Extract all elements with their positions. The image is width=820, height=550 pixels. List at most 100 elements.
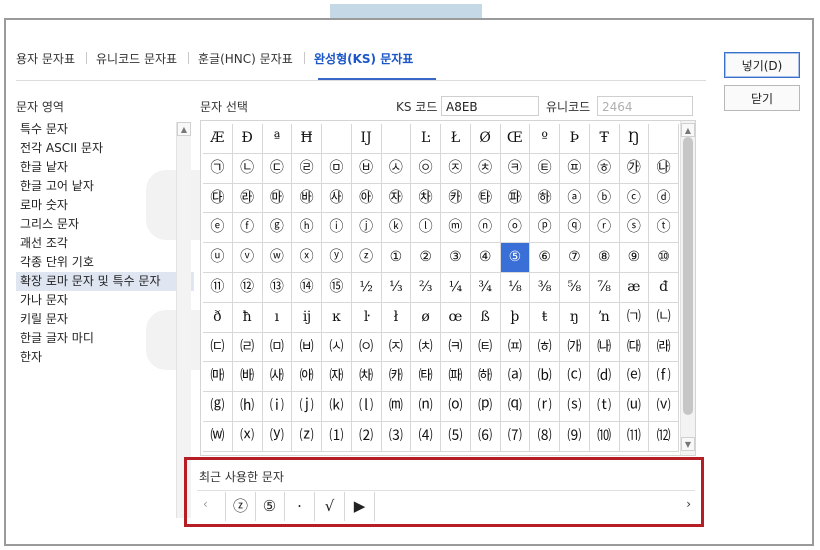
character-cell[interactable]: ⑩ [649,243,679,273]
character-cell[interactable]: đ [649,272,679,303]
character-cell[interactable]: ㈇ [351,332,382,363]
character-cell[interactable]: ⒵ [292,421,322,452]
chevron-right-icon[interactable]: › [686,497,691,511]
character-cell[interactable]: œ [441,302,471,333]
character-cell[interactable]: ㉣ [292,153,322,184]
recent-character[interactable]: ⓩ [225,492,256,521]
category-item[interactable]: 특수 문자 [16,120,194,139]
character-cell[interactable]: ⒯ [589,392,620,422]
character-cell[interactable]: ㈓ [232,362,263,393]
character-cell[interactable]: ㉱ [232,183,263,214]
character-cell[interactable]: ⒧ [351,392,382,422]
character-cell[interactable]: ㈍ [530,332,560,363]
character-cell[interactable]: ⒞ [560,362,590,393]
character-cell[interactable]: ⒱ [649,392,679,422]
character-cell[interactable]: Ł [441,124,471,154]
character-cell[interactable]: ⑧ [589,243,620,273]
character-cell[interactable]: ⑺ [500,421,531,452]
character-cell[interactable]: ⑨ [619,243,650,273]
character-cell[interactable]: ㉴ [322,183,352,214]
character-cell[interactable]: ŧ [530,302,560,333]
character-cell[interactable]: ⑿ [649,421,679,452]
character-cell[interactable]: ⒟ [589,362,620,393]
character-cell[interactable]: ⑹ [470,421,501,452]
character-cell[interactable]: ⓡ [589,213,620,244]
character-cell[interactable]: ⓗ [292,213,322,244]
character-cell[interactable]: ㉰ [203,183,233,214]
character-cell[interactable]: ª [262,124,293,154]
character-cell[interactable]: ㈙ [411,362,441,393]
character-cell[interactable]: ⒬ [500,392,531,422]
character-cell[interactable]: ㉵ [351,183,382,214]
character-cell[interactable]: ㉫ [530,153,560,184]
category-item[interactable]: 가나 문자 [16,291,194,310]
character-cell[interactable]: ⓝ [470,213,501,244]
character-cell[interactable]: ⒭ [530,392,560,422]
character-cell[interactable]: ㈂ [203,332,233,363]
character-cell[interactable]: ⑪ [203,272,233,303]
character-cell[interactable]: ㉻ [530,183,560,214]
character-cell[interactable]: ⓐ [560,183,590,214]
character-cell[interactable]: ⅞ [589,272,620,303]
character-cell[interactable]: ㈔ [262,362,293,393]
character-cell[interactable]: ② [411,243,441,273]
category-item[interactable]: 키릴 문자 [16,310,194,329]
character-cell[interactable]: ㈚ [441,362,471,393]
character-cell[interactable]: ㉠ [203,153,233,184]
character-cell[interactable]: ĸ [322,302,352,333]
category-item[interactable]: 그리스 문자 [16,215,194,234]
character-cell[interactable]: ⑸ [441,421,471,452]
character-cell[interactable]: ㉲ [262,183,293,214]
character-cell[interactable]: ŉ [589,302,620,333]
character-cell[interactable]: ⒩ [411,392,441,422]
character-cell[interactable]: ㈈ [381,332,412,363]
character-cell[interactable]: ㈅ [292,332,322,363]
insert-button[interactable]: 넣기(D) [724,52,800,78]
character-cell[interactable]: ㉨ [441,153,471,184]
character-cell[interactable]: ⓧ [292,243,322,273]
character-cell[interactable]: ㈑ [649,332,679,363]
character-cell[interactable]: ⑥ [530,243,560,273]
character-cell[interactable]: ⒢ [203,392,233,422]
character-cell[interactable]: ¼ [441,272,471,303]
character-cell[interactable]: ⓙ [351,213,382,244]
character-cell[interactable]: ① [381,243,412,273]
character-cell[interactable]: ㈐ [619,332,650,363]
character-cell[interactable]: ı [262,302,293,333]
tab-user-chars[interactable]: 용자 문자표 [16,50,75,67]
category-item[interactable]: 각종 단위 기호 [16,253,194,272]
character-cell[interactable]: ⑫ [232,272,263,303]
character-cell[interactable]: ⑵ [351,421,382,452]
character-cell[interactable]: ⒴ [262,421,293,452]
character-cell[interactable]: þ [500,302,531,333]
character-cell[interactable]: ⒮ [560,392,590,422]
character-cell[interactable]: Đ [232,124,263,154]
character-cell[interactable]: ㉮ [619,153,650,184]
character-cell[interactable]: ㉡ [232,153,263,184]
character-cell[interactable] [322,124,352,154]
category-item[interactable]: 한글 글자 마디 [16,329,194,348]
scroll-thumb[interactable] [683,137,693,415]
category-item[interactable]: 전각 ASCII 문자 [16,139,194,158]
character-cell[interactable]: ㈄ [262,332,293,363]
character-cell[interactable]: ⓢ [619,213,650,244]
character-cell[interactable]: ⓕ [232,213,263,244]
character-cell[interactable]: ③ [441,243,471,273]
category-item[interactable]: 한자 [16,348,194,367]
character-cell[interactable]: ㈘ [381,362,412,393]
character-cell[interactable]: Œ [500,124,531,154]
tab-ks[interactable]: 완성형(KS) 문자표 [314,50,413,67]
character-cell[interactable]: ㉦ [381,153,412,184]
character-cell[interactable]: ㉪ [500,153,531,184]
character-cell[interactable]: ㉳ [292,183,322,214]
character-cell[interactable]: ㉤ [322,153,352,184]
character-cell[interactable]: ⒡ [649,362,679,393]
character-cell[interactable]: ⒰ [619,392,650,422]
character-cell[interactable]: ⓠ [560,213,590,244]
character-cell[interactable]: ⑭ [292,272,322,303]
character-cell[interactable]: ø [411,302,441,333]
character-cell[interactable]: ⑦ [560,243,590,273]
character-cell[interactable]: ㉸ [441,183,471,214]
character-cell[interactable]: ㉯ [649,153,679,184]
character-cell[interactable]: ⑮ [322,272,352,303]
